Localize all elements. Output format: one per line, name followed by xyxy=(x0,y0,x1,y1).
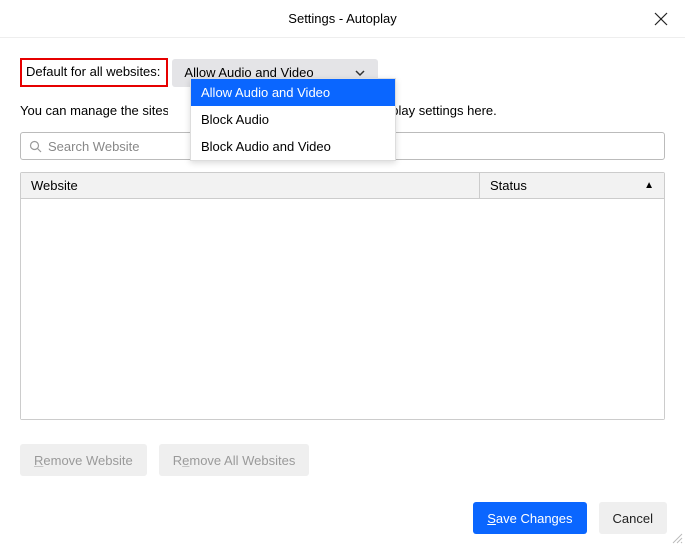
search-placeholder: Search Website xyxy=(48,139,140,154)
cancel-label: Cancel xyxy=(613,511,653,526)
remove-buttons-row: Remove Website Remove All Websites xyxy=(20,444,665,476)
cancel-button[interactable]: Cancel xyxy=(599,502,667,534)
close-button[interactable] xyxy=(649,7,673,31)
titlebar: Settings - Autoplay xyxy=(0,0,685,38)
column-header-website-label: Website xyxy=(31,178,78,193)
close-icon xyxy=(654,12,668,26)
resize-grip-icon[interactable] xyxy=(671,532,683,544)
default-label-highlight: Default for all websites: xyxy=(20,58,168,87)
search-icon xyxy=(29,140,42,153)
website-table: Website Status ▲ xyxy=(20,172,665,420)
default-label: Default for all websites: xyxy=(26,64,160,79)
column-header-status[interactable]: Status ▲ xyxy=(480,173,664,198)
dropdown-option-allow-audio-video[interactable]: Allow Audio and Video xyxy=(191,79,395,106)
manage-text-left: You can manage the sites xyxy=(20,103,168,118)
dropdown-list: Allow Audio and Video Block Audio Block … xyxy=(190,78,396,161)
remove-all-websites-button: Remove All Websites xyxy=(159,444,310,476)
dropdown-option-block-audio[interactable]: Block Audio xyxy=(191,106,395,133)
manage-text-right: oplay settings here. xyxy=(384,103,497,118)
sort-arrow-icon: ▲ xyxy=(644,180,654,191)
table-body xyxy=(21,199,664,419)
column-header-status-label: Status xyxy=(490,178,527,193)
footer-buttons: Save Changes Cancel xyxy=(473,502,667,534)
chevron-down-icon xyxy=(354,67,366,79)
remove-all-label: move All Websites xyxy=(189,453,295,468)
save-changes-button[interactable]: Save Changes xyxy=(473,502,586,534)
window-title: Settings - Autoplay xyxy=(288,11,396,26)
dropdown-option-block-audio-video[interactable]: Block Audio and Video xyxy=(191,133,395,160)
column-header-website[interactable]: Website xyxy=(21,173,480,198)
table-header: Website Status ▲ xyxy=(21,173,664,199)
remove-website-label: emove Website xyxy=(43,453,132,468)
remove-website-button: Remove Website xyxy=(20,444,147,476)
save-label: ave Changes xyxy=(496,511,573,526)
